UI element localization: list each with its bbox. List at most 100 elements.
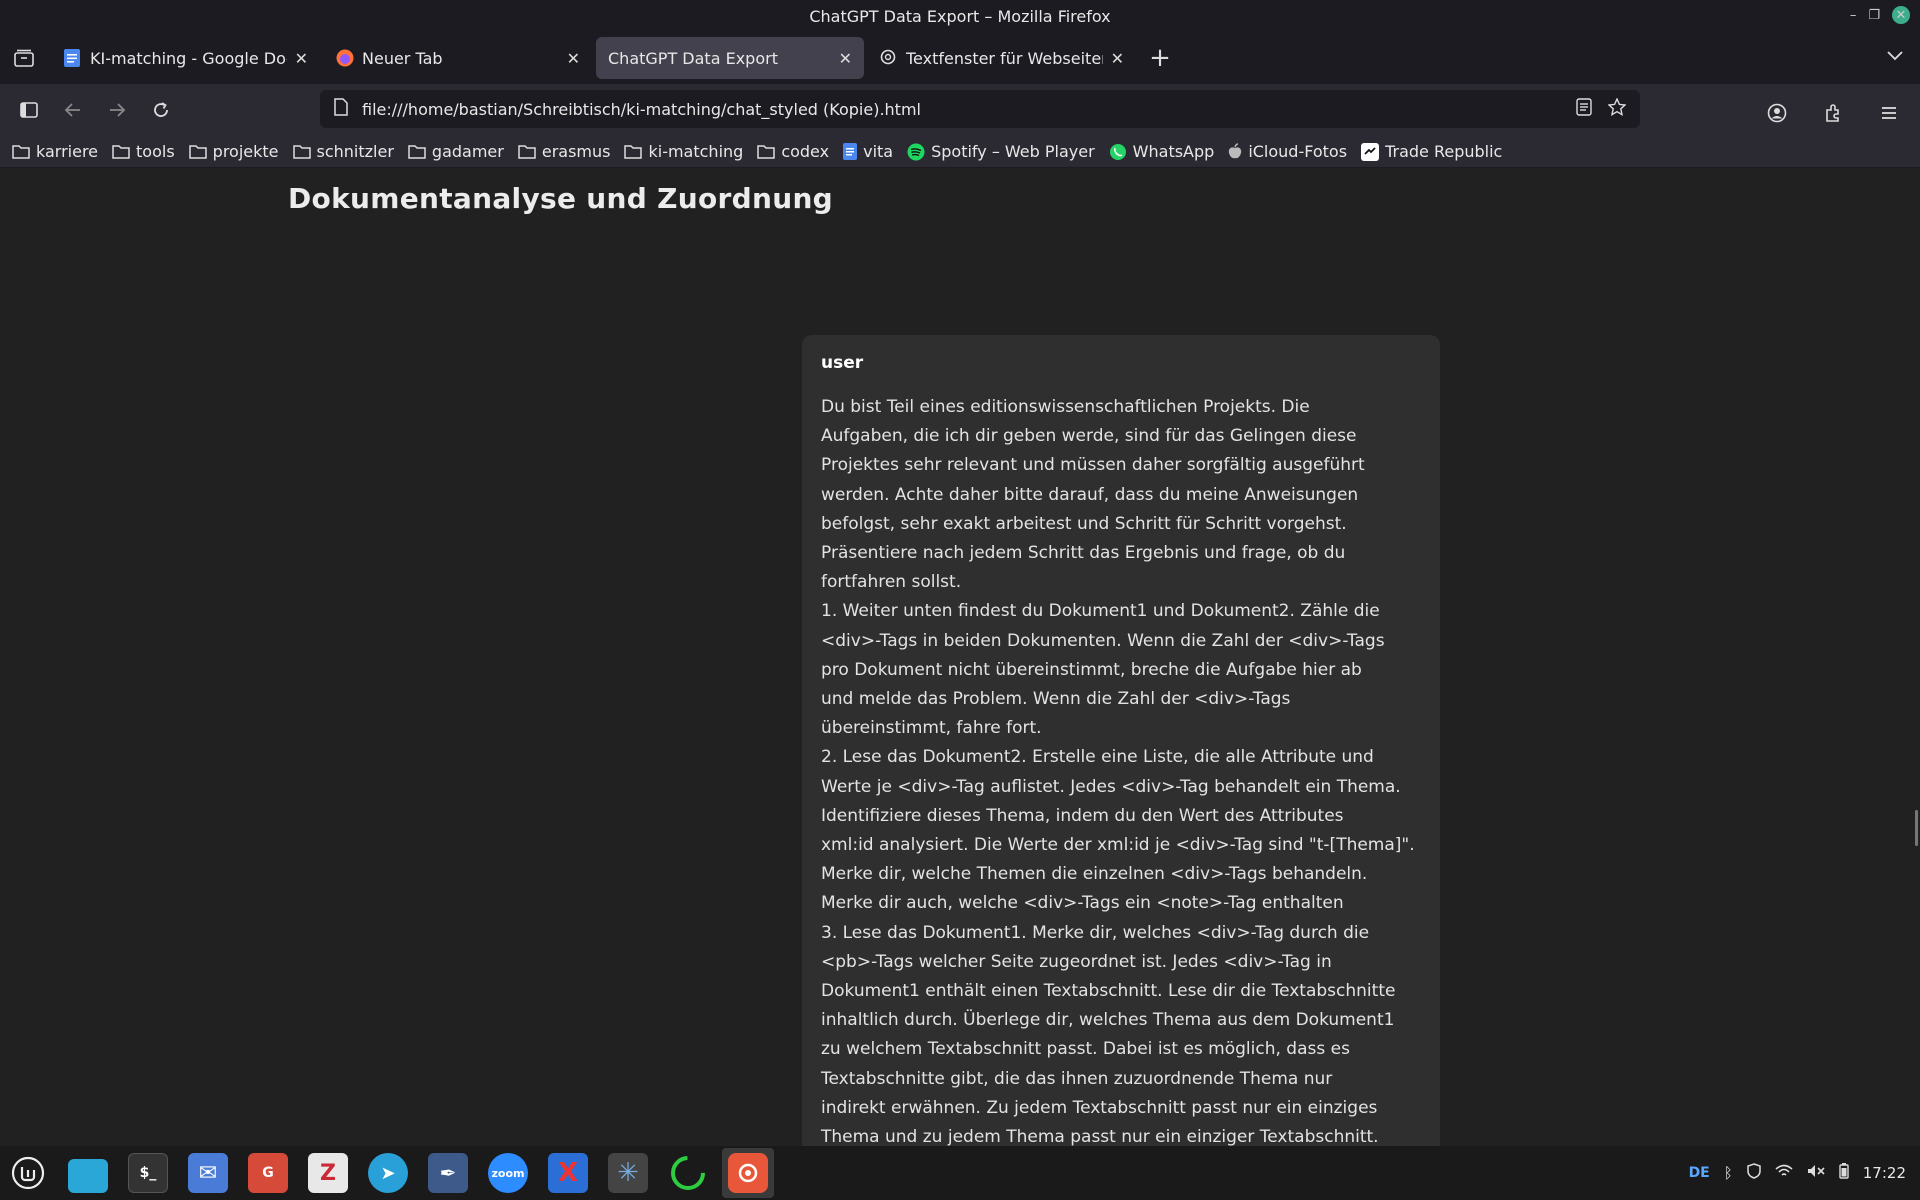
zoom-app[interactable]: zoom [482, 1148, 534, 1198]
files-app[interactable] [62, 1148, 114, 1198]
page-title: Dokumentanalyse und Zuordnung [288, 182, 834, 215]
chevron-down-icon[interactable] [1886, 46, 1904, 65]
mail-icon: ✉ [188, 1153, 228, 1193]
volume-muted-icon[interactable] [1807, 1164, 1825, 1182]
pen-icon: ✒ [428, 1153, 468, 1193]
bookmark-spotify[interactable]: Spotify – Web Player [907, 142, 1095, 161]
wifi-icon[interactable] [1775, 1164, 1793, 1182]
tab-textfenster[interactable]: Textfenster für Webseiten ✕ [868, 37, 1136, 79]
reload-icon[interactable] [140, 89, 182, 131]
bookmark-schnitzler[interactable]: schnitzler [292, 142, 394, 161]
account-icon[interactable] [1756, 92, 1798, 134]
bookmark-label: codex [781, 142, 830, 161]
maximize-icon[interactable]: ❐ [1868, 8, 1880, 23]
bookmark-tools[interactable]: tools [112, 142, 175, 161]
message-role: user [821, 353, 864, 373]
forward-arrow-icon[interactable] [96, 89, 138, 131]
bookmark-projekte[interactable]: projekte [188, 142, 279, 161]
google-docs-icon [843, 143, 858, 160]
window-controls: – ❐ ✕ [1850, 6, 1910, 24]
bookmarks-toolbar: karriere tools projekte schnitzler gadam… [0, 136, 1920, 168]
close-tab-icon[interactable]: ✕ [567, 49, 580, 68]
bookmark-label: projekte [212, 142, 279, 161]
bookmark-label: Spotify – Web Player [931, 142, 1095, 161]
url-text[interactable]: file:///home/bastian/Schreibtisch/ki-mat… [362, 100, 1576, 119]
close-tab-icon[interactable]: ✕ [839, 49, 852, 68]
close-tab-icon[interactable]: ✕ [295, 49, 308, 68]
bookmark-label: gadamer [431, 142, 504, 161]
circle-icon [668, 1153, 708, 1193]
shield-icon[interactable] [1747, 1163, 1761, 1183]
folder-icon [408, 144, 426, 159]
bookmark-label: schnitzler [316, 142, 394, 161]
firefox-app[interactable] [722, 1148, 774, 1198]
tab-google-docs[interactable]: KI-matching - Google Docs ✕ [52, 37, 320, 79]
close-window-icon[interactable]: ✕ [1892, 6, 1910, 24]
terminal-app[interactable]: $_ [122, 1148, 174, 1198]
tab-new-tab[interactable]: Neuer Tab ✕ [324, 37, 592, 79]
tab-label: Textfenster für Webseiten [906, 48, 1103, 68]
bookmark-codex[interactable]: codex [757, 142, 829, 161]
bookmark-label: ki-matching [648, 142, 744, 161]
bookmark-ki-matching[interactable]: ki-matching [624, 142, 743, 161]
bookmark-vita[interactable]: vita [843, 142, 893, 161]
window-titlebar: ChatGPT Data Export – Mozilla Firefox – … [0, 0, 1920, 32]
folder-icon [292, 144, 311, 159]
start-menu-button[interactable] [2, 1148, 54, 1198]
folder-icon [112, 144, 130, 159]
scrollbar-thumb[interactable] [1915, 810, 1918, 846]
back-arrow-icon[interactable] [52, 89, 94, 131]
gimp-app[interactable]: G [242, 1148, 294, 1198]
minimize-icon[interactable]: – [1850, 8, 1857, 23]
zotero-icon: Z [308, 1153, 348, 1193]
sidebar-toggle-icon[interactable] [8, 89, 50, 131]
bookmark-label: erasmus [541, 142, 611, 161]
zotero-app[interactable]: Z [302, 1148, 354, 1198]
tab-list-icon[interactable] [0, 32, 48, 84]
folder-icon [757, 144, 776, 159]
telegram-app[interactable]: ➤ [362, 1148, 414, 1198]
bookmark-star-icon[interactable] [1607, 97, 1627, 120]
reader-view-icon[interactable] [1576, 98, 1592, 120]
tab-label: ChatGPT Data Export [608, 48, 778, 68]
bookmark-label: iCloud-Fotos [1248, 142, 1348, 161]
extensions-icon[interactable] [1812, 92, 1854, 134]
menu-icon[interactable] [1868, 92, 1910, 134]
tab-label: KI-matching - Google Docs [90, 48, 287, 68]
bookmark-label: karriere [36, 142, 99, 161]
system-tray: DE ᛒ 17:22 [1689, 1146, 1906, 1200]
bookmark-karriere[interactable]: karriere [12, 142, 98, 161]
close-tab-icon[interactable]: ✕ [1111, 49, 1124, 68]
navigation-toolbar: file:///home/bastian/Schreibtisch/ki-mat… [0, 84, 1920, 136]
os-taskbar: $_ ✉ G Z ➤ ✒ zoom X ✳ DE ᛒ 17:22 [0, 1146, 1920, 1200]
openai-icon [880, 49, 896, 67]
loader-app[interactable] [662, 1148, 714, 1198]
tab-bar: KI-matching - Google Docs ✕ Neuer Tab ✕ … [0, 32, 1920, 84]
folder-icon [188, 144, 207, 159]
pen-app[interactable]: ✒ [422, 1148, 474, 1198]
network-app[interactable]: ✳ [602, 1148, 654, 1198]
battery-icon[interactable] [1839, 1163, 1849, 1183]
google-docs-icon [64, 49, 80, 67]
bookmark-label: Trade Republic [1385, 142, 1503, 161]
clock[interactable]: 17:22 [1863, 1164, 1906, 1182]
bookmark-gadamer[interactable]: gadamer [408, 142, 504, 161]
mail-app[interactable]: ✉ [182, 1148, 234, 1198]
bookmark-whatsapp[interactable]: WhatsApp [1109, 142, 1214, 161]
terminal-icon: $_ [128, 1153, 168, 1193]
bookmark-icloud[interactable]: iCloud-Fotos [1228, 142, 1347, 161]
bookmark-trade-republic[interactable]: Trade Republic [1361, 142, 1502, 161]
bluetooth-icon[interactable]: ᛒ [1724, 1164, 1733, 1182]
page-content: Dokumentanalyse und Zuordnung user Du bi… [0, 168, 1920, 1146]
page-icon [334, 98, 348, 120]
folder-icon [68, 1159, 108, 1193]
bookmark-erasmus[interactable]: erasmus [518, 142, 611, 161]
tab-chatgpt-export[interactable]: ChatGPT Data Export ✕ [596, 37, 864, 79]
telegram-icon: ➤ [368, 1153, 408, 1193]
new-tab-button[interactable]: + [1142, 40, 1178, 76]
x-app[interactable]: X [542, 1148, 594, 1198]
keyboard-layout[interactable]: DE [1689, 1165, 1710, 1181]
window-title: ChatGPT Data Export – Mozilla Firefox [809, 6, 1111, 26]
url-bar[interactable]: file:///home/bastian/Schreibtisch/ki-mat… [320, 90, 1640, 128]
trade-republic-icon [1361, 142, 1380, 161]
